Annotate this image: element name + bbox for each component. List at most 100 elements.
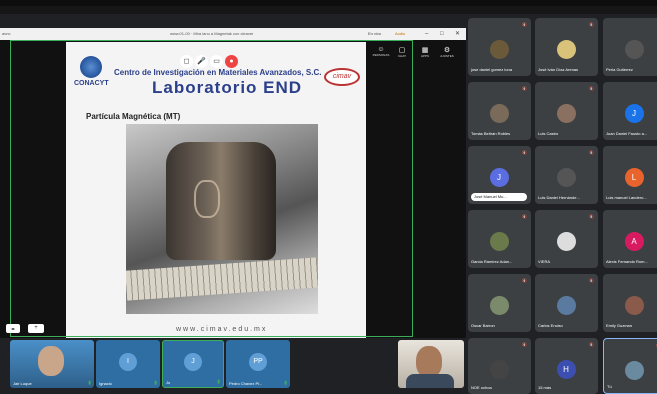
maximize-button[interactable]: □ xyxy=(440,28,444,40)
apps-label: APPS xyxy=(420,54,429,58)
participant-avatar: J xyxy=(624,104,644,123)
participant-avatar: A xyxy=(624,232,644,251)
minimize-button[interactable]: – xyxy=(425,28,428,40)
present-icon[interactable]: ▭ xyxy=(210,55,223,68)
participant-tile[interactable]: 🔇Perla Gutierrez xyxy=(603,18,657,76)
participant-avatar: L xyxy=(624,168,644,187)
participant-name: Alexis Fernando Rom... xyxy=(606,259,648,264)
mic-muted-icon: 🔇 xyxy=(589,214,594,219)
participant-tile[interactable]: 🔇 J José Manuel Mu... xyxy=(468,146,531,204)
participant-avatar xyxy=(624,361,644,380)
participant-name: NOE ochoa xyxy=(471,385,492,390)
participant-thumb[interactable]: Jair Luque ▮ xyxy=(10,340,94,388)
participant-tile[interactable]: 🔇 H 15 más xyxy=(535,338,598,394)
mic-icon: ▮ xyxy=(154,380,157,386)
participant-name: VIERA xyxy=(538,259,551,264)
window-title-left: avnc xyxy=(2,31,11,36)
mic-icon: ▮ xyxy=(284,380,287,386)
participant-tile[interactable]: 🔇 Luis Daniel Hernánde... xyxy=(535,146,598,204)
participant-name: Garcia Ramirez Adan... xyxy=(471,259,513,264)
participant-avatar xyxy=(556,232,576,251)
participant-name: Tomás Beltrán Robles xyxy=(471,131,511,136)
participant-tile[interactable]: 🔇 VIERA xyxy=(535,210,598,268)
participant-thumb[interactable]: I Ignacio ▮ xyxy=(96,340,160,388)
participant-body xyxy=(406,374,454,388)
participant-avatar xyxy=(624,40,644,59)
audio-indicator[interactable]: Audio xyxy=(395,28,405,40)
participant-name: Carlos Enciso xyxy=(538,323,563,328)
participant-avatar: PP xyxy=(249,353,267,371)
close-button[interactable]: ✕ xyxy=(455,28,460,40)
participant-tile[interactable]: 🔇 Tomás Beltrán Robles xyxy=(468,82,531,140)
mic-icon: ▮ xyxy=(217,379,220,385)
top-strip xyxy=(0,0,657,6)
self-video-thumb[interactable] xyxy=(398,340,464,388)
participant-tile[interactable]: 🔇Emily Guzman xyxy=(603,274,657,332)
participant-avatar xyxy=(556,168,576,187)
participant-name: Ignacio xyxy=(99,381,112,386)
apps-button[interactable]: ▦ APPS xyxy=(416,46,434,58)
participant-thumb[interactable]: J Jo ▮ xyxy=(162,340,224,388)
participant-name: jose daniel gomez luna xyxy=(471,67,512,72)
chat-label: CHAT xyxy=(398,54,406,58)
participant-thumb[interactable]: PP Pedro Chavez Pi... ▮ xyxy=(226,340,290,388)
participant-avatar xyxy=(489,296,509,315)
participant-tile[interactable]: 🔇 Garcia Ramirez Adan... xyxy=(468,210,531,268)
participant-name: Tú xyxy=(607,384,612,389)
participant-tile[interactable]: 🔇 Carlos Enciso xyxy=(535,274,598,332)
meeting-controls: ◻ 🎤 ▭ ● xyxy=(180,50,240,68)
participant-tile[interactable]: 🔇 José Iván Díaz Arenas xyxy=(535,18,598,76)
participant-tile[interactable]: 🔇Tú xyxy=(603,338,657,394)
person-icon: ☺ xyxy=(377,46,385,53)
participant-avatar xyxy=(556,40,576,59)
apps-icon: ▦ xyxy=(421,47,429,54)
participant-avatar: I xyxy=(119,353,137,371)
participant-avatar: J xyxy=(489,168,509,187)
participant-tile[interactable]: 🔇AAlexis Fernando Rom... xyxy=(603,210,657,268)
participant-name: Juan Daniel Fausto a... xyxy=(606,131,648,136)
participant-tile[interactable]: 🔇 jose daniel gomez luna xyxy=(468,18,531,76)
camera-toggle-icon[interactable]: ◻ xyxy=(180,55,193,68)
participant-name: Luis manuel Landero... xyxy=(606,195,647,200)
right-toolbar: ☺ PERSONAS ▢ CHAT ▦ APPS ⚙ AJUSTES xyxy=(366,42,466,64)
chat-icon: ▢ xyxy=(398,47,406,54)
participant-name: Jo xyxy=(166,380,171,385)
participant-name: José Manuel Mu... xyxy=(471,193,527,201)
recording-indicator[interactable]: En vivo xyxy=(368,28,381,40)
participant-name: Luis Castro xyxy=(538,131,559,136)
chat-button[interactable]: ▢ CHAT xyxy=(393,46,411,58)
participant-avatar xyxy=(489,232,509,251)
participant-avatar xyxy=(489,104,509,123)
participant-tile[interactable]: 🔇LLuis manuel Landero... xyxy=(603,146,657,204)
active-speaker-frame xyxy=(10,40,413,337)
settings-button[interactable]: ⚙ AJUSTES xyxy=(438,46,456,58)
window-title: www.01-00 · Mira lanu a Magnetak con cle… xyxy=(170,31,254,36)
people-button[interactable]: ☺ PERSONAS xyxy=(372,46,390,57)
participant-face xyxy=(38,346,64,376)
participant-avatar xyxy=(489,360,509,379)
people-label: PERSONAS xyxy=(372,53,390,57)
participant-name: Perla Gutierrez xyxy=(606,67,633,72)
top-bar xyxy=(0,0,657,14)
end-call-icon[interactable]: ● xyxy=(225,55,238,68)
zoom-in-button[interactable]: + xyxy=(28,324,44,333)
mic-muted-icon: 🔇 xyxy=(589,22,594,27)
participant-tile[interactable]: 🔇JJuan Daniel Fausto a... xyxy=(603,82,657,140)
participant-avatar xyxy=(556,104,576,123)
participant-tile[interactable]: 🔇 NOE ochoa xyxy=(468,338,531,394)
zoom-fit-button[interactable]: ◂▸ xyxy=(6,324,20,333)
participant-tile[interactable]: 🔇 Oscar Barron xyxy=(468,274,531,332)
mic-muted-icon: 🔇 xyxy=(522,150,527,155)
mic-toggle-icon[interactable]: 🎤 xyxy=(195,55,208,68)
participant-tile[interactable]: 🔇 Luis Castro xyxy=(535,82,598,140)
participant-name: Jair Luque xyxy=(13,381,32,386)
participant-name: 15 más xyxy=(538,385,552,390)
participant-name: Emily Guzman xyxy=(606,323,633,328)
mic-muted-icon: 🔇 xyxy=(589,342,594,347)
participant-name: Oscar Barron xyxy=(471,323,495,328)
settings-icon: ⚙ xyxy=(443,47,451,54)
mic-muted-icon: 🔇 xyxy=(522,214,527,219)
participant-avatar xyxy=(624,296,644,315)
mic-muted-icon: 🔇 xyxy=(589,150,594,155)
settings-label: AJUSTES xyxy=(440,54,454,58)
